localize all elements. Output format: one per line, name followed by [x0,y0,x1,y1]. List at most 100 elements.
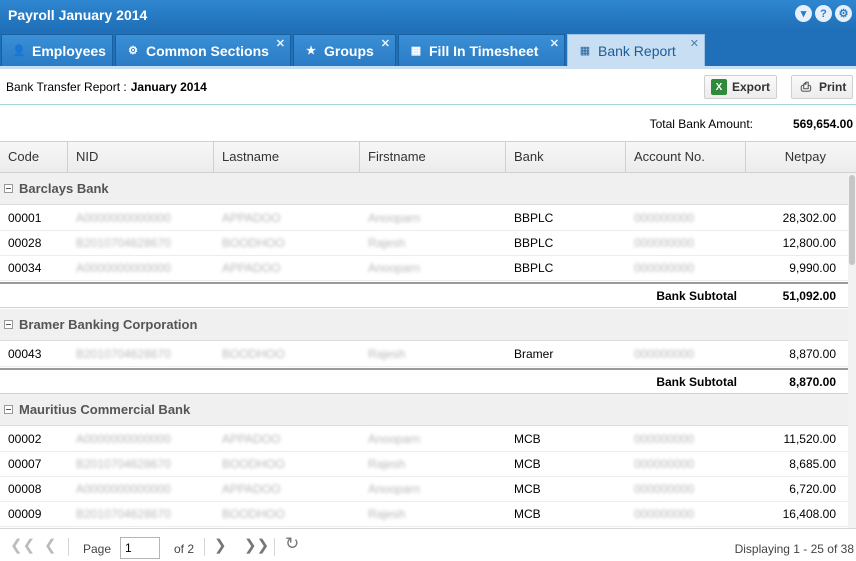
window-titlebar: Payroll January 2014 ▾ ? ⚙ [0,0,856,30]
close-icon[interactable]: ✕ [550,37,559,50]
column-header-firstname[interactable]: Firstname [360,142,506,172]
group-name: Bramer Banking Corporation [19,317,198,332]
cell-nid: B2010704628670 [76,457,171,471]
subtotal-value: 8,870.00 [789,375,836,389]
tab-groups[interactable]: ★ Groups ✕ [293,34,396,66]
cell-firstname: Anooparn [368,482,421,496]
chevron-down-icon[interactable]: ▾ [795,5,812,22]
table-row[interactable]: 00034 A0000000000000 APPADOO Anooparn BB… [0,256,848,281]
tab-common-sections[interactable]: ⚙ Common Sections ✕ [115,34,291,66]
group-subtotal-row: Bank Subtotal 8,870.00 [0,368,848,394]
gear-icon[interactable]: ⚙ [835,5,852,22]
cell-lastname: APPADOO [222,482,281,496]
table-row[interactable]: 00009 B2010704628670 BOODHOO Rajesh MCB … [0,502,848,527]
collapse-icon[interactable] [4,320,13,329]
tab-fill-in-timesheet[interactable]: ▦ Fill In Timesheet ✕ [398,34,565,66]
subtotal-label: Bank Subtotal [656,375,737,389]
last-page-icon[interactable]: ❯❯ [244,536,269,554]
tab-label: Groups [324,42,374,59]
vertical-scrollbar[interactable] [848,173,856,528]
cell-netpay: 8,685.00 [789,457,836,471]
first-page-icon[interactable]: ❮❮ [10,536,35,554]
total-label: Total Bank Amount: [649,117,753,131]
subtotal-label: Bank Subtotal [656,289,737,303]
scrollbar-thumb[interactable] [849,175,855,265]
subtotal-value: 51,092.00 [782,289,836,303]
close-icon[interactable]: ✕ [381,37,390,50]
cell-bank: Bramer [514,347,554,361]
collapse-icon[interactable] [4,405,13,414]
tab-label: Employees [32,42,106,59]
cell-firstname: Anooparn [368,432,421,446]
pager-separator [204,538,205,556]
report-toolbar: Bank Transfer Report : January 2014 X Ex… [0,69,856,105]
tab-employees[interactable]: 👤 Employees [1,34,113,66]
payroll-app: Payroll January 2014 ▾ ? ⚙ 👤 Employees ⚙… [0,0,856,561]
cell-firstname: Rajesh [368,236,406,250]
column-header-netpay[interactable]: Netpay [746,142,856,172]
page-count-label: of 2 [174,542,195,556]
paging-toolbar: ❮❮ ❮ Page of 2 ❯ ❯❯ ↻ Displaying 1 - 25 … [0,528,856,561]
column-header-code[interactable]: Code [0,142,68,172]
column-header-lastname[interactable]: Lastname [214,142,360,172]
timesheet-icon: ▦ [410,45,422,57]
group-header-bramer[interactable]: Bramer Banking Corporation [0,309,848,341]
table-row[interactable]: 00007 B2010704628670 BOODHOO Rajesh MCB … [0,452,848,477]
total-value: 569,654.00 [792,117,853,131]
column-header-account-no[interactable]: Account No. [626,142,746,172]
page-label: Page [83,542,112,556]
column-header-nid[interactable]: NID [68,142,214,172]
table-row[interactable]: 00002 A0000000000000 APPADOO Anooparn MC… [0,427,848,452]
help-icon[interactable]: ? [815,5,832,22]
cell-code: 00009 [8,507,42,521]
prev-page-icon[interactable]: ❮ [44,536,57,554]
cell-code: 00007 [8,457,42,471]
cell-nid: B2010704628670 [76,236,171,250]
groups-icon: ★ [306,45,316,57]
group-header-mcb[interactable]: Mauritius Commercial Bank [0,394,848,426]
tab-bank-report[interactable]: ▦ Bank Report ✕ [567,34,705,66]
cell-bank: MCB [514,432,541,446]
cell-bank: MCB [514,457,541,471]
cell-code: 00001 [8,211,42,225]
cell-bank: MCB [514,482,541,496]
tab-strip: 👤 Employees ⚙ Common Sections ✕ ★ Groups… [0,30,856,66]
cell-nid: A0000000000000 [76,432,171,446]
paging-display-text: Displaying 1 - 25 of 38 [734,542,854,556]
refresh-icon[interactable]: ↻ [285,534,299,554]
cell-firstname: Rajesh [368,347,406,361]
pager-separator [68,538,69,556]
close-icon[interactable]: ✕ [276,37,285,50]
group-header-barclays[interactable]: Barclays Bank [0,173,848,205]
table-row[interactable]: 00001 A0000000000000 APPADOO Anooparn BB… [0,206,848,231]
cell-nid: B2010704628670 [76,507,171,521]
cell-bank: BBPLC [514,236,554,250]
column-header-bank[interactable]: Bank [506,142,626,172]
cell-lastname: APPADOO [222,432,281,446]
collapse-icon[interactable] [4,184,13,193]
cell-account: 000000000 [634,211,695,225]
table-row[interactable]: 00028 B2010704628670 BOODHOO Rajesh BBPL… [0,231,848,256]
tab-label: Common Sections [146,42,269,59]
excel-icon: X [711,79,727,95]
report-label: Bank Transfer Report : [6,79,127,94]
table-row[interactable]: 00008 A0000000000000 APPADOO Anooparn MC… [0,477,848,502]
page-number-input[interactable] [120,537,160,559]
print-button[interactable]: ⎙ Print [791,75,854,99]
cell-code: 00028 [8,236,42,250]
table-row[interactable]: 00043 B2010704628670 BOODHOO Rajesh Bram… [0,342,848,367]
next-page-icon[interactable]: ❯ [214,536,227,554]
cell-lastname: APPADOO [222,261,281,275]
cell-lastname: BOODHOO [222,457,285,471]
sections-icon: ⚙ [128,45,138,57]
export-button[interactable]: X Export [704,75,778,99]
cell-netpay: 12,800.00 [782,236,836,250]
total-bank-amount: Total Bank Amount: 569,654.00 [0,110,856,138]
cell-lastname: BOODHOO [222,236,285,250]
cell-code: 00043 [8,347,42,361]
close-icon[interactable]: ✕ [690,37,699,50]
group-name: Mauritius Commercial Bank [19,402,191,417]
cell-account: 000000000 [634,432,695,446]
export-label: Export [732,80,771,94]
cell-account: 000000000 [634,457,695,471]
